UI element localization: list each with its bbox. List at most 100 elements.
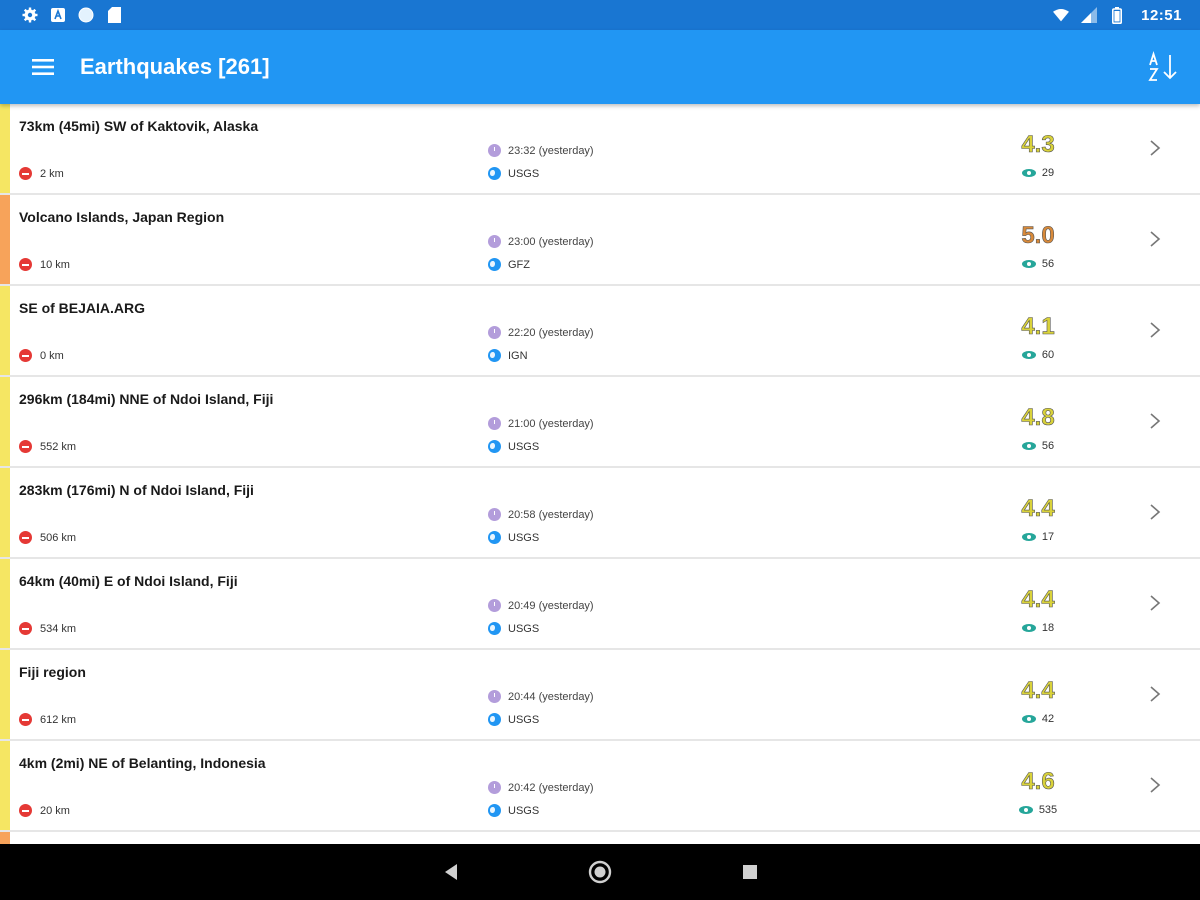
chevron-right-icon[interactable] <box>1146 593 1164 613</box>
list-item[interactable]: 64km (40mi) E of Ndoi Island, Fiji 20:49 … <box>0 559 1200 648</box>
quake-views: 18 <box>998 622 1078 634</box>
list-item[interactable]: 73km (45mi) SW of Kaktovik, Alaska 23:32 … <box>0 104 1200 193</box>
eye-icon <box>1021 260 1036 268</box>
severity-indicator <box>0 559 10 648</box>
depth-icon <box>19 622 32 635</box>
quake-location: 64km (40mi) E of Ndoi Island, Fiji <box>19 573 238 589</box>
quake-views: 56 <box>998 440 1078 452</box>
quake-views: 17 <box>998 531 1078 543</box>
quake-source: USGS <box>488 804 539 817</box>
clock-icon <box>488 417 501 430</box>
quake-time: 20:49 (yesterday) <box>488 599 594 612</box>
eye-icon <box>1018 806 1033 814</box>
quake-location: Fiji region <box>19 664 86 680</box>
eye-icon <box>1021 624 1036 632</box>
status-bar: 12:51 <box>0 0 1200 30</box>
quake-location: 283km (176mi) N of Ndoi Island, Fiji <box>19 482 254 498</box>
severity-indicator <box>0 195 10 284</box>
quake-source-text: USGS <box>508 440 540 453</box>
globe-icon <box>488 440 501 453</box>
list-item[interactable]: 4km (2mi) NE of Belanting, Indonesia 20:4… <box>0 741 1200 830</box>
severity-indicator <box>0 832 10 844</box>
clock-icon <box>488 690 501 703</box>
quake-magnitude: 4.3 <box>1021 131 1055 159</box>
quake-time: 20:44 (yesterday) <box>488 690 594 703</box>
quake-views-text: 56 <box>1041 440 1055 452</box>
quake-depth-text: 10 km <box>40 258 70 271</box>
quake-depth: 506 km <box>19 531 76 544</box>
severity-indicator <box>0 468 10 557</box>
quake-source-text: USGS <box>508 804 540 817</box>
list-item[interactable]: 296km (184mi) NNE of Ndoi Island, Fiji 21… <box>0 377 1200 466</box>
globe-icon <box>488 167 501 180</box>
list-item[interactable]: SE of BEJAIA.ARG 22:20 (yesterday) 0 km IGN… <box>0 286 1200 375</box>
quake-time-text: 23:32 (yesterday) <box>508 144 594 157</box>
quake-time-text: 20:49 (yesterday) <box>508 599 594 612</box>
chevron-right-icon[interactable] <box>1146 320 1164 340</box>
depth-icon <box>19 167 32 180</box>
home-button[interactable] <box>588 860 612 884</box>
quake-location: 296km (184mi) NNE of Ndoi Island, Fiji <box>19 391 274 407</box>
clock-icon <box>488 144 501 157</box>
quake-magnitude: 4.4 <box>1021 495 1055 523</box>
app-bar: Earthquakes [261] <box>0 30 1200 104</box>
chevron-right-icon[interactable] <box>1146 775 1164 795</box>
quake-views: 535 <box>998 804 1078 816</box>
quake-views: 42 <box>998 713 1078 725</box>
recents-button[interactable] <box>738 860 762 884</box>
circle-icon <box>78 7 94 23</box>
list-item[interactable]: Volcano Islands, Japan Region 23:00 (yest… <box>0 195 1200 284</box>
sort-az-icon <box>1148 51 1177 81</box>
earthquake-list[interactable]: 4km (2mi) NE of Belanting, Indonesia 20:4… <box>0 104 1200 844</box>
eye-icon <box>1021 715 1036 723</box>
quake-source-text: USGS <box>508 622 540 635</box>
depth-icon <box>19 531 32 544</box>
status-bar-system: 12:51 <box>1053 6 1182 24</box>
battery-icon <box>1109 6 1125 24</box>
back-button[interactable] <box>439 860 463 884</box>
quake-source: USGS <box>488 622 539 635</box>
quake-depth-text: 552 km <box>40 440 77 453</box>
quake-views: 56 <box>998 258 1078 270</box>
quake-views-text: 17 <box>1041 531 1055 543</box>
quake-depth: 534 km <box>19 622 76 635</box>
quake-time-text: 22:20 (yesterday) <box>508 326 594 339</box>
quake-location: 73km (45mi) SW of Kaktovik, Alaska <box>19 118 259 134</box>
eye-icon <box>1021 351 1036 359</box>
chevron-right-icon[interactable] <box>1146 138 1164 158</box>
quake-source: USGS <box>488 167 539 180</box>
list-item[interactable]: 283km (176mi) N of Ndoi Island, Fiji 20:5… <box>0 468 1200 557</box>
quake-depth: 0 km <box>19 349 64 362</box>
quake-depth-text: 534 km <box>40 622 77 635</box>
quake-magnitude: 5.0 <box>1021 222 1055 250</box>
quake-views: 29 <box>998 167 1078 179</box>
a-icon <box>50 7 66 23</box>
partial-list-item[interactable] <box>0 832 1200 844</box>
chevron-right-icon[interactable] <box>1146 684 1164 704</box>
quake-source: IGN <box>488 349 528 362</box>
chevron-right-icon[interactable] <box>1146 502 1164 522</box>
quake-depth-text: 2 km <box>40 167 64 180</box>
quake-time: 22:20 (yesterday) <box>488 326 594 339</box>
quake-depth: 552 km <box>19 440 76 453</box>
quake-time: 23:00 (yesterday) <box>488 235 594 248</box>
quake-location: SE of BEJAIA.ARG <box>19 300 146 316</box>
chevron-right-icon[interactable] <box>1146 411 1164 431</box>
sort-button[interactable] <box>1146 50 1180 84</box>
quake-depth: 2 km <box>19 167 64 180</box>
quake-depth: 10 km <box>19 258 70 271</box>
quake-source: GFZ <box>488 258 530 271</box>
list-item[interactable]: Fiji region 20:44 (yesterday) 612 km USGS 4.… <box>0 650 1200 739</box>
navigation-bar <box>0 844 1200 900</box>
chevron-right-icon[interactable] <box>1146 229 1164 249</box>
depth-icon <box>19 349 32 362</box>
settings-icon <box>22 7 38 23</box>
quake-depth: 612 km <box>19 713 76 726</box>
quake-source: USGS <box>488 440 539 453</box>
quake-source-text: GFZ <box>508 258 530 271</box>
severity-indicator <box>0 377 10 466</box>
quake-source: USGS <box>488 713 539 726</box>
quake-magnitude: 4.4 <box>1021 586 1055 614</box>
status-bar-notifications <box>22 7 122 23</box>
menu-button[interactable] <box>28 52 58 82</box>
